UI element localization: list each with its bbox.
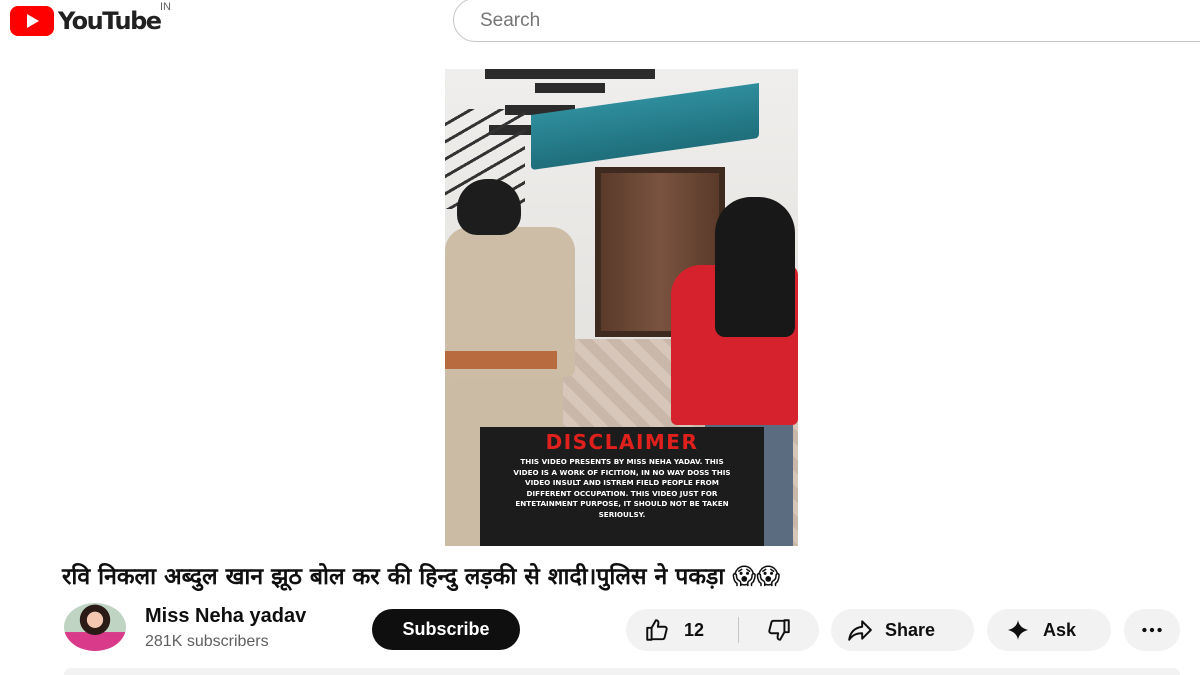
share-button[interactable]: Share [831, 609, 974, 651]
video-player[interactable]: DISCLAIMER THIS VIDEO PRESENTS BY MISS N… [445, 69, 798, 546]
like-dislike-group: 12 [626, 609, 819, 651]
video-title: रवि निकला अब्दुल खान झूठ बोल कर की हिन्द… [62, 564, 781, 590]
disclaimer-overlay: DISCLAIMER THIS VIDEO PRESENTS BY MISS N… [480, 427, 764, 546]
like-button[interactable]: 12 [626, 609, 738, 651]
sparkle-icon [1007, 619, 1029, 641]
ask-label: Ask [1043, 619, 1077, 640]
share-label: Share [885, 619, 936, 640]
channel-avatar[interactable] [64, 603, 126, 651]
channel-name[interactable]: Miss Neha yadav [145, 605, 306, 628]
more-horizontal-icon [1142, 627, 1162, 633]
disclaimer-title: DISCLAIMER [545, 430, 699, 454]
thumbs-up-icon [646, 619, 668, 641]
dislike-button[interactable] [739, 609, 819, 651]
description-box-top[interactable] [64, 668, 1180, 675]
video-scene-beam [485, 69, 655, 79]
ask-button[interactable]: Ask [987, 609, 1111, 651]
disclaimer-text: THIS VIDEO PRESENTS BY MISS NEHA YADAV. … [513, 457, 731, 519]
youtube-logo[interactable]: YouTube [10, 4, 162, 38]
video-scene-beam [535, 83, 605, 93]
share-arrow-icon [848, 620, 872, 641]
subscriber-count: 281K subscribers [145, 633, 269, 650]
search-input[interactable] [478, 9, 1082, 33]
more-actions-button[interactable] [1124, 609, 1180, 651]
logo-text: YouTube [58, 7, 162, 35]
subscribe-button[interactable]: Subscribe [372, 609, 520, 650]
like-count: 12 [684, 619, 705, 640]
country-code: IN [160, 1, 171, 13]
thumbs-down-icon [768, 619, 790, 641]
search-bar[interactable] [453, 0, 1200, 42]
youtube-play-icon [10, 6, 54, 36]
